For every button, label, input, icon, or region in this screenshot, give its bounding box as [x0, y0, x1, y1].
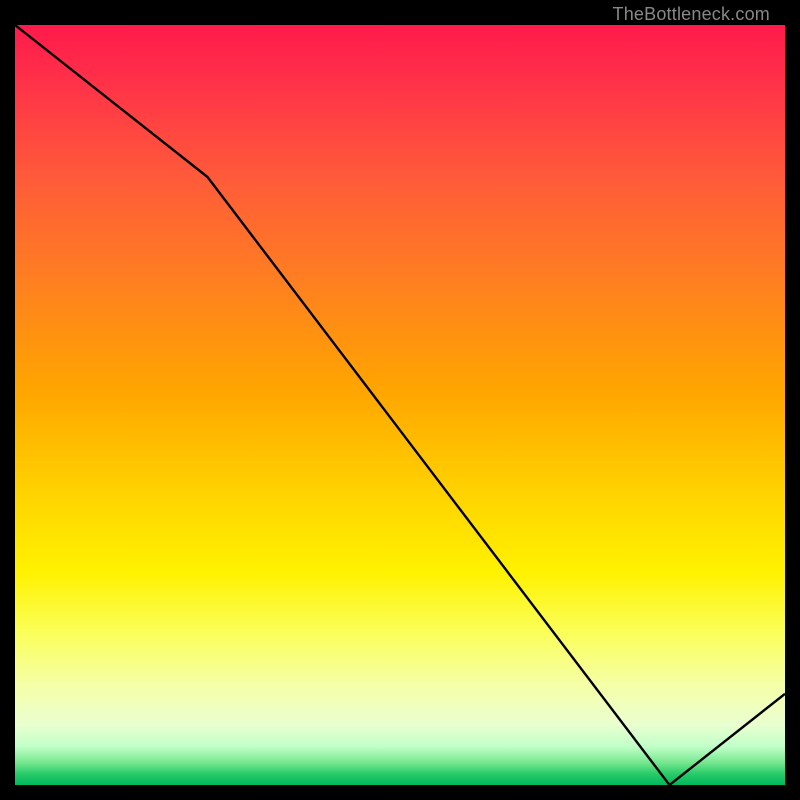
data-series-line	[15, 25, 785, 785]
chart-frame	[15, 25, 785, 785]
watermark-text: TheBottleneck.com	[613, 4, 770, 25]
chart-line-layer	[15, 25, 785, 785]
